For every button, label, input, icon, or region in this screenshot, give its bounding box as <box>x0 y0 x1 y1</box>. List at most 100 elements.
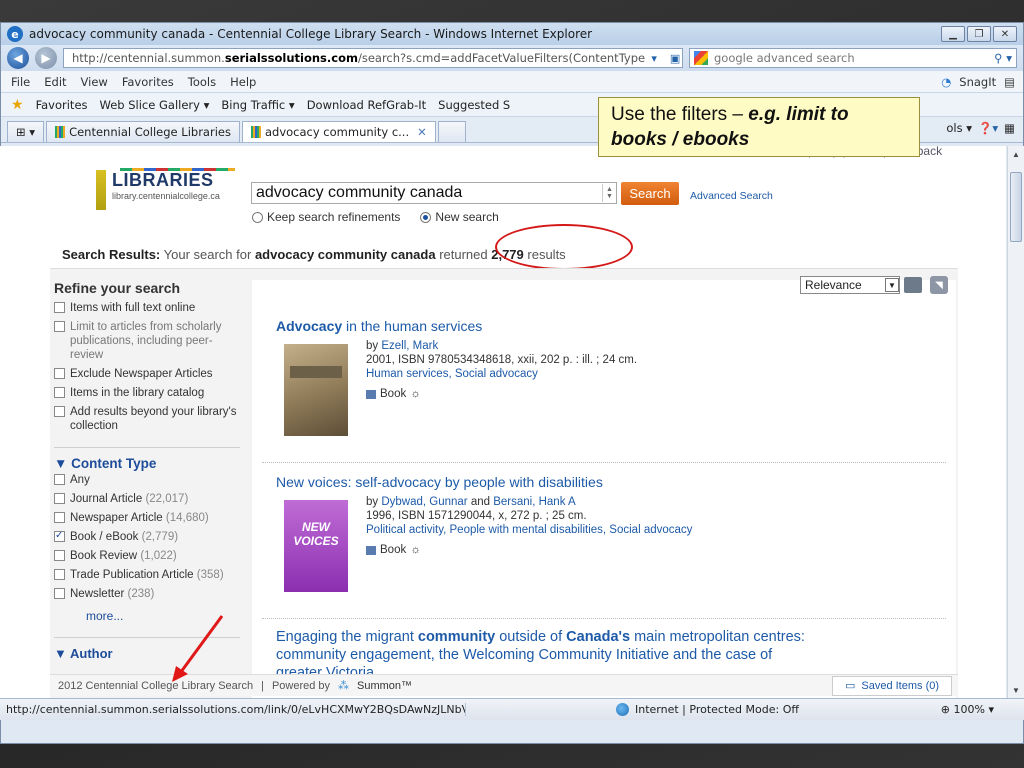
zone-label: Internet | Protected Mode: Off <box>635 703 799 716</box>
new-search-radio[interactable]: New search <box>420 210 499 224</box>
snagit-button[interactable]: SnagIt <box>959 75 996 89</box>
red-arrow-annotation <box>172 615 224 682</box>
dropdown-icon[interactable]: ▾ <box>645 50 663 66</box>
ct-newspaper-article[interactable]: Newspaper Article (14,680) <box>54 511 240 525</box>
page-content: LIBRARIES library.centennialcollege.ca |… <box>0 146 1006 698</box>
fav-suggested[interactable]: Suggested S <box>438 98 510 112</box>
tab-advocacy-search[interactable]: advocacy community c... ✕ <box>241 121 436 142</box>
author-link[interactable]: Bersani, Hank A <box>493 496 575 508</box>
sort-value: Relevance <box>805 278 862 292</box>
loading-icon: ☼ <box>410 544 421 556</box>
url-domain: serialssolutions.com <box>224 51 358 65</box>
record-title[interactable]: New voices: self-advocacy by people with… <box>276 474 956 491</box>
ct-book-ebook[interactable]: Book / eBook (2,779) <box>54 529 240 544</box>
close-tab-icon[interactable]: ✕ <box>417 125 427 139</box>
subject-links[interactable]: Human services, Social advocacy <box>366 367 956 381</box>
close-button[interactable]: ✕ <box>993 26 1017 42</box>
tab-label: advocacy community c... <box>264 125 410 139</box>
security-zone[interactable]: Internet | Protected Mode: Off <box>616 703 799 716</box>
record-title[interactable]: Advocacy in the human services <box>276 318 956 335</box>
filter-exclude-newspaper[interactable]: Exclude Newspaper Articles <box>54 367 240 381</box>
ct-book-review[interactable]: Book Review (1,022) <box>54 549 240 563</box>
format-label: Book <box>380 544 407 556</box>
author-link[interactable]: Dybwad, Gunnar <box>381 496 467 508</box>
radio-label: Keep search refinements <box>267 210 401 224</box>
print-icon[interactable] <box>904 277 922 293</box>
fav-web-slice[interactable]: Web Slice Gallery ▾ <box>100 98 210 112</box>
forward-button[interactable]: ▶ <box>35 47 57 69</box>
favorites-button[interactable]: Favorites <box>36 98 88 112</box>
format-label: Book <box>380 388 407 400</box>
ct-trade-publication[interactable]: Trade Publication Article (358) <box>54 568 240 582</box>
checkbox-icon <box>54 321 65 332</box>
rss-icon[interactable]: ◥ <box>930 276 948 294</box>
saved-items-button[interactable]: ▭ Saved Items (0) <box>832 675 952 696</box>
filter-library-catalog[interactable]: Items in the library catalog <box>54 386 240 400</box>
menu-tools[interactable]: Tools <box>188 75 216 89</box>
menu-favorites[interactable]: Favorites <box>122 75 174 89</box>
menu-file[interactable]: File <box>11 75 30 89</box>
fav-bing-traffic[interactable]: Bing Traffic ▾ <box>221 98 294 112</box>
author-link[interactable]: Ezell, Mark <box>381 340 438 352</box>
minimize-button[interactable]: ▁ <box>941 26 965 42</box>
advanced-search-link[interactable]: Advanced Search <box>690 190 773 202</box>
compatibility-icon[interactable]: ▣ <box>666 50 682 66</box>
record-meta: 1996, ISBN 1571290044, x, 272 p. ; 25 cm… <box>366 510 587 522</box>
filter-full-text[interactable]: Items with full text online <box>54 301 240 315</box>
by-label: by <box>366 340 382 352</box>
book-cover-image[interactable]: NEW VOICES <box>284 500 348 592</box>
record-meta: 2001, ISBN 9780534348618, xxii, 202 p. :… <box>366 354 638 366</box>
checkbox-icon <box>54 550 65 561</box>
address-bar[interactable]: http://centennial.summon. serialssolution… <box>63 48 683 68</box>
tools-menu[interactable]: ols ▾ <box>946 121 972 135</box>
result-record: New voices: self-advocacy by people with… <box>276 474 956 592</box>
back-button[interactable]: ◀ <box>7 47 29 69</box>
checkbox-icon <box>54 302 65 313</box>
fav-refgrab[interactable]: Download RefGrab-It <box>307 98 426 112</box>
instruction-callout: Use the filters – e.g. limit to books / … <box>598 97 920 157</box>
footer-divider: | <box>261 679 264 692</box>
search-button[interactable]: Search <box>621 182 679 205</box>
research-icon[interactable]: ▦ <box>1004 121 1015 135</box>
help-icon[interactable]: ❓▾ <box>978 121 998 135</box>
search-input[interactable]: advocacy community canada ▲ ▼ <box>251 182 617 204</box>
vertical-scrollbar[interactable]: ▲ ▼ <box>1007 146 1024 698</box>
tab-centennial-libraries[interactable]: Centennial College Libraries <box>46 121 240 142</box>
subject-links[interactable]: Political activity, People with mental d… <box>366 523 956 537</box>
menu-edit[interactable]: Edit <box>44 75 66 89</box>
filter-label: Items with full text online <box>70 302 196 314</box>
checkbox-icon <box>54 569 65 580</box>
filter-beyond-collection[interactable]: Add results beyond your library's collec… <box>54 405 240 433</box>
spinner-arrows-icon[interactable]: ▲ ▼ <box>602 184 616 202</box>
ct-any[interactable]: Any <box>54 473 240 487</box>
ct-newsletter[interactable]: Newsletter (238) <box>54 587 240 601</box>
scroll-down-icon[interactable]: ▼ <box>1008 682 1024 698</box>
radio-label: New search <box>435 210 499 224</box>
new-tab-button[interactable] <box>437 121 466 142</box>
scroll-up-icon[interactable]: ▲ <box>1008 146 1024 162</box>
scroll-thumb[interactable] <box>1010 172 1022 242</box>
content-type-heading[interactable]: ▼ Content Type <box>54 456 240 471</box>
capture-icon[interactable]: ▤ <box>1004 75 1015 89</box>
ct-label: Trade Publication Article <box>70 569 194 581</box>
menu-view[interactable]: View <box>81 75 108 89</box>
summon-link[interactable]: Summon™ <box>357 680 412 692</box>
refine-title: Refine your search <box>54 280 181 296</box>
menu-help[interactable]: Help <box>230 75 256 89</box>
maximize-button[interactable]: ❐ <box>967 26 991 42</box>
browser-search-box[interactable]: google advanced search ⚲ ▾ <box>689 48 1017 68</box>
sort-select[interactable]: Relevance ▼ <box>800 276 900 294</box>
filter-label: Items in the library catalog <box>70 387 205 399</box>
filter-scholarly[interactable]: Limit to articles from scholarly publica… <box>54 320 240 362</box>
ct-count: (2,779) <box>141 531 179 543</box>
ct-label: Book / eBook <box>70 531 139 543</box>
zoom-level[interactable]: ⊕ 100% ▾ <box>941 703 1024 716</box>
quick-tabs-button[interactable]: ⊞ ▾ <box>7 121 45 142</box>
search-icon[interactable]: ⚲ ▾ <box>994 51 1012 65</box>
keep-refinements-radio[interactable]: Keep search refinements <box>252 210 400 224</box>
book-cover-image[interactable] <box>284 344 348 436</box>
ct-journal-article[interactable]: Journal Article (22,017) <box>54 492 240 506</box>
zoom-value: 100% <box>953 703 985 716</box>
library-logo[interactable]: LIBRARIES library.centennialcollege.ca <box>96 170 220 210</box>
book-icon <box>366 545 376 555</box>
